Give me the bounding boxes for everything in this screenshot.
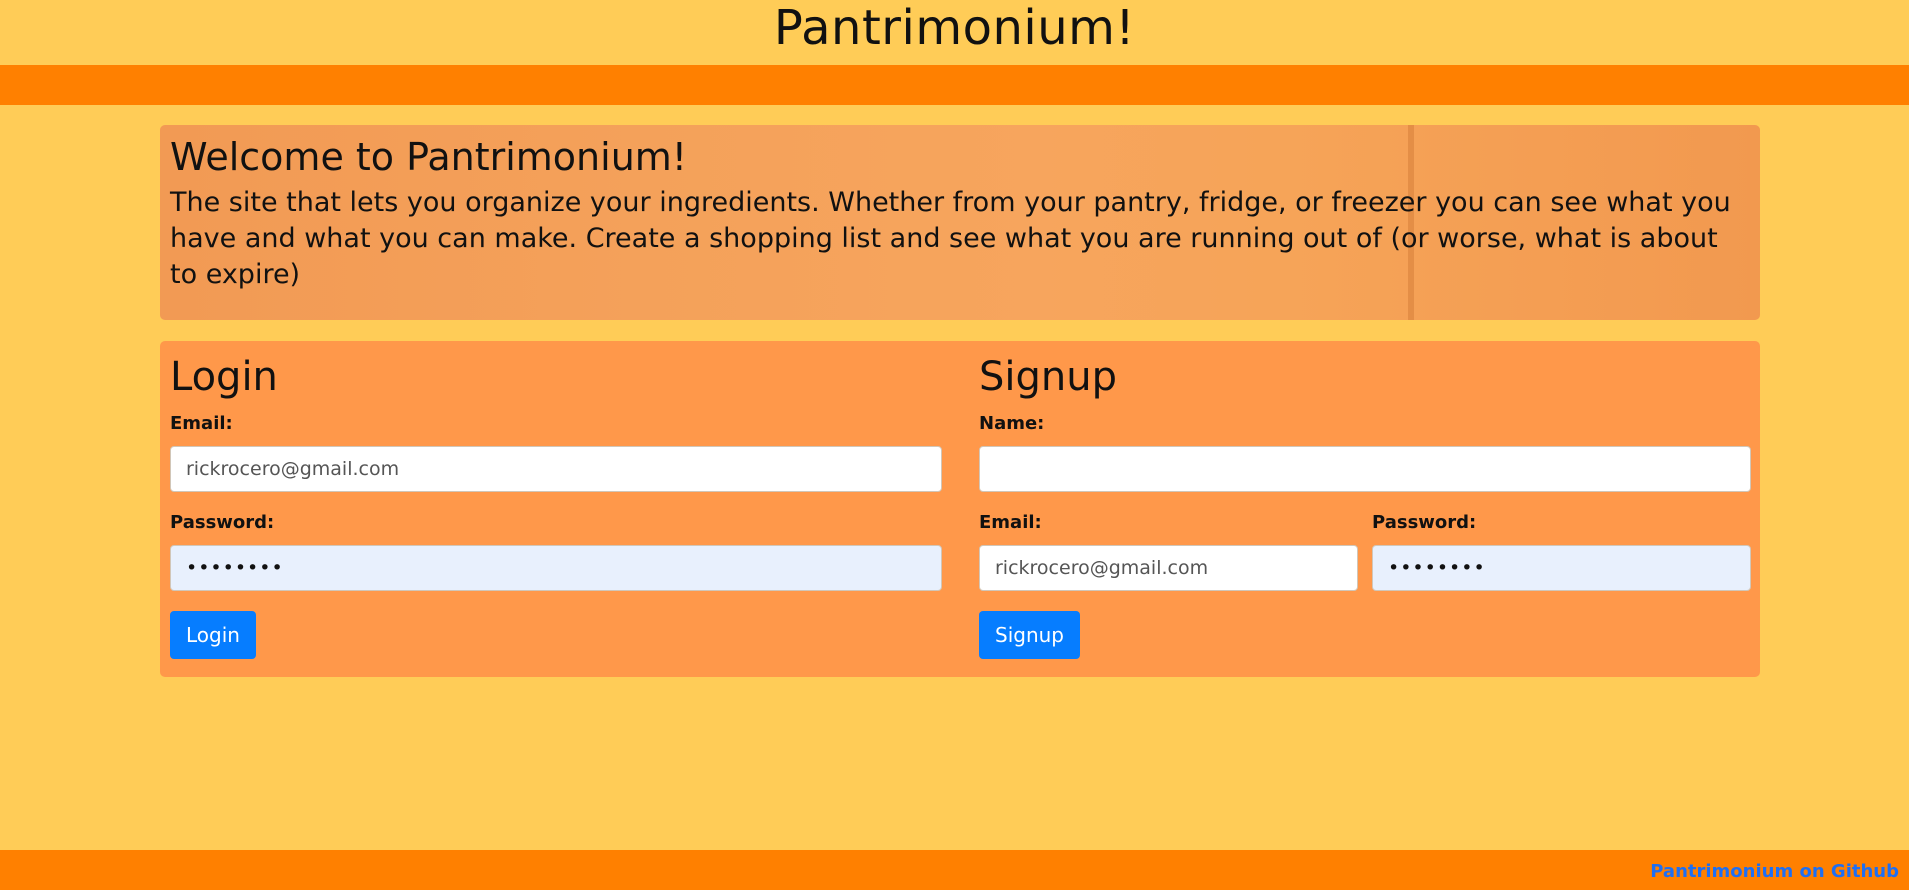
hero-description: The site that lets you organize your ing… xyxy=(170,187,1731,290)
signup-button[interactable]: Signup xyxy=(979,611,1080,659)
auth-panel: Login Email: rickrocero@gmail.com Passwo… xyxy=(160,341,1760,677)
login-button[interactable]: Login xyxy=(170,611,256,659)
signup-email-input[interactable]: rickrocero@gmail.com xyxy=(979,545,1358,591)
header-band xyxy=(0,65,1909,105)
site-title: Pantrimonium! xyxy=(773,0,1136,56)
signup-email-label: Email: xyxy=(979,512,1042,533)
site-header: Pantrimonium! xyxy=(0,0,1909,65)
github-link[interactable]: Pantrimonium on Github xyxy=(1650,861,1899,882)
site-footer: Pantrimonium on Github xyxy=(0,850,1909,890)
login-email-label: Email: xyxy=(170,413,233,434)
hero-heading: Welcome to Pantrimonium! xyxy=(170,135,688,179)
login-password-input[interactable]: •••••••• xyxy=(170,545,942,591)
login-heading: Login xyxy=(170,354,278,400)
welcome-hero: Welcome to Pantrimonium! The site that l… xyxy=(160,125,1760,320)
login-password-label: Password: xyxy=(170,512,275,533)
signup-heading: Signup xyxy=(979,354,1117,400)
login-form: Login Email: rickrocero@gmail.com Passwo… xyxy=(170,341,942,659)
signup-password-label: Password: xyxy=(1372,512,1477,533)
signup-form: Signup Name: Email: rickrocero@gmail.com… xyxy=(979,341,1751,659)
signup-name-label: Name: xyxy=(979,413,1045,434)
signup-password-input[interactable]: •••••••• xyxy=(1372,545,1751,591)
login-email-input[interactable]: rickrocero@gmail.com xyxy=(170,446,942,492)
signup-name-input[interactable] xyxy=(979,446,1751,492)
